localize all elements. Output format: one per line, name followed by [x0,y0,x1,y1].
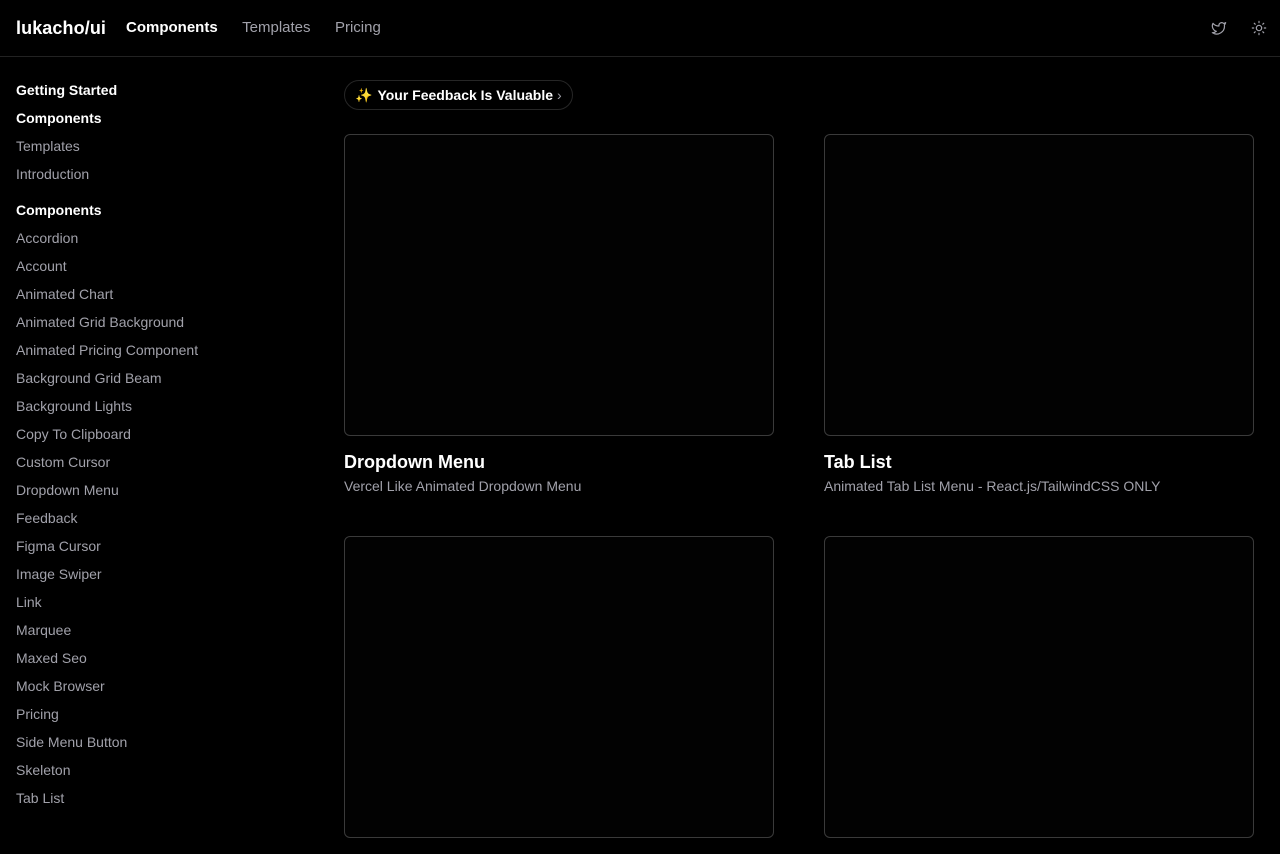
sidebar-item-copy-to-clipboard[interactable]: Copy To Clipboard [16,424,296,452]
nav-components[interactable]: Components [126,19,218,36]
sidebar-item-maxed-seo[interactable]: Maxed Seo [16,648,296,676]
main-nav: Components Templates Pricing [126,19,401,37]
sidebar-item-figma-cursor[interactable]: Figma Cursor [16,536,296,564]
sidebar-item-pricing[interactable]: Pricing [16,704,296,732]
sidebar-section-heading: Components [16,202,102,218]
sidebar-item-animated-pricing-component[interactable]: Animated Pricing Component [16,340,296,368]
sidebar-item-mock-browser[interactable]: Mock Browser [16,676,296,704]
sidebar-item-custom-cursor[interactable]: Custom Cursor [16,452,296,480]
sidebar-item-accordion[interactable]: Accordion [16,228,296,256]
sparkles-icon: ✨ [355,86,373,103]
card-preview[interactable] [344,536,774,838]
sun-icon[interactable] [1250,16,1268,40]
feedback-pill-button[interactable]: ✨ Your Feedback Is Valuable › [344,80,573,110]
main-content: ✨ Your Feedback Is Valuable › Dropdown M… [344,80,1254,838]
component-card-dropdown-menu[interactable]: Dropdown Menu Vercel Like Animated Dropd… [344,134,774,494]
sidebar-item-getting-started[interactable]: Getting Started [16,80,296,108]
chevron-right-icon: › [557,87,562,103]
sidebar-item-feedback[interactable]: Feedback [16,508,296,536]
card-description: Animated Tab List Menu - React.js/Tailwi… [824,478,1161,494]
card-description: Vercel Like Animated Dropdown Menu [344,478,582,494]
sidebar-item-image-swiper[interactable]: Image Swiper [16,564,296,592]
sidebar-item-marquee[interactable]: Marquee [16,620,296,648]
sidebar-item-dropdown-menu[interactable]: Dropdown Menu [16,480,296,508]
sidebar-item-skeleton[interactable]: Skeleton [16,760,296,788]
top-navbar: lukacho/ui Components Templates Pricing [0,0,1280,57]
sidebar-item-tab-list[interactable]: Tab List [16,788,296,816]
sidebar-item-background-grid-beam[interactable]: Background Grid Beam [16,368,296,396]
card-preview[interactable] [824,134,1254,436]
header-actions [1210,16,1268,40]
sidebar-item-animated-grid-background[interactable]: Animated Grid Background [16,312,296,340]
card-preview[interactable] [824,536,1254,838]
component-card[interactable] [824,536,1254,854]
nav-pricing[interactable]: Pricing [335,19,381,36]
nav-templates[interactable]: Templates [242,19,310,36]
sidebar-item-link[interactable]: Link [16,592,296,620]
sidebar-item-introduction[interactable]: Introduction [16,164,296,192]
sidebar-item-templates[interactable]: Templates [16,136,296,164]
card-title[interactable]: Dropdown Menu [344,452,774,473]
feedback-pill-label: Your Feedback Is Valuable [377,87,554,103]
sidebar-item-side-menu-button[interactable]: Side Menu Button [16,732,296,760]
card-preview[interactable] [344,134,774,436]
sidebar: Getting Started Components Templates Int… [16,80,296,816]
sidebar-item-animated-chart[interactable]: Animated Chart [16,284,296,312]
card-title[interactable]: Tab List [824,452,1254,473]
sidebar-item-components[interactable]: Components [16,108,296,136]
twitter-icon[interactable] [1210,16,1228,40]
brand-logo[interactable]: lukacho/ui [16,18,106,39]
sidebar-item-background-lights[interactable]: Background Lights [16,396,296,424]
component-card-tab-list[interactable]: Tab List Animated Tab List Menu - React.… [824,134,1254,494]
component-card[interactable] [344,536,774,854]
sidebar-item-account[interactable]: Account [16,256,296,284]
